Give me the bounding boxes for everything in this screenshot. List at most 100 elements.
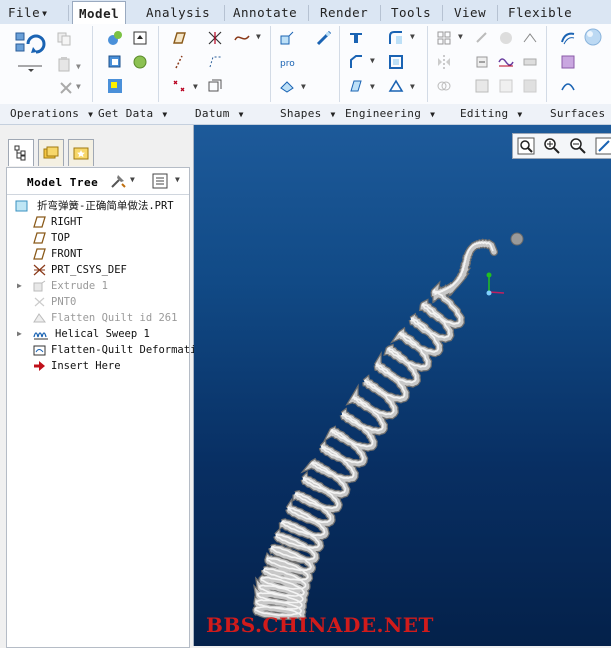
copy-icon[interactable] (56, 31, 72, 47)
tree-item-label: TOP (51, 232, 70, 244)
menu-separator (224, 5, 225, 21)
sketched-curve-icon[interactable] (234, 30, 250, 46)
regenerate-icon[interactable] (14, 30, 46, 58)
draft-tool-icon[interactable] (348, 78, 364, 94)
merge-tool-icon[interactable] (474, 30, 490, 46)
datum-axis-tool-icon[interactable] (171, 54, 187, 70)
group-engineering[interactable]: Engineering ▼ (345, 107, 435, 120)
chamfer-tool-icon[interactable] (348, 54, 364, 70)
expand-arrow-icon[interactable]: ▶ (17, 278, 22, 294)
graphics-viewport[interactable]: BBS.CHINADE.NET (194, 125, 611, 646)
expand-arrow-icon[interactable]: ▶ (17, 326, 22, 342)
sweep-tool-icon[interactable] (316, 30, 332, 46)
chevron-down-icon[interactable]: ▼ (410, 82, 426, 98)
datum-axis-icon[interactable] (207, 30, 223, 46)
group-separator (158, 26, 159, 102)
chevron-down-icon[interactable]: ▼ (76, 62, 92, 78)
menu-file[interactable]: File ▼ (2, 4, 53, 22)
chevron-down-icon[interactable]: ▼ (76, 82, 92, 98)
blend-tool-icon[interactable] (279, 78, 295, 94)
round-tool-icon[interactable] (388, 30, 404, 46)
tab-analysis[interactable]: Analysis (140, 4, 216, 22)
group-datum[interactable]: Datum ▼ (195, 107, 244, 120)
settings-tools-icon[interactable] (109, 172, 127, 190)
regenerate-dropdown-icon[interactable] (16, 64, 44, 74)
datum-point-tool-icon[interactable] (207, 54, 223, 70)
chevron-down-icon[interactable]: ▼ (370, 56, 386, 72)
user-defined-feature-icon[interactable] (107, 30, 123, 46)
hole-tool-icon[interactable] (348, 30, 364, 46)
pattern-tool-icon[interactable] (436, 30, 452, 46)
tab-model[interactable]: Model (72, 1, 127, 25)
group-get-data[interactable]: Get Data ▼ (98, 107, 167, 120)
merge-inheritance-icon[interactable] (132, 54, 148, 70)
project-tool-icon[interactable] (498, 54, 514, 70)
helical-sweep-icon (33, 332, 48, 340)
tree-root-label: 折弯弹簧-正确简单做法.PRT (37, 200, 174, 212)
model-tree-title: Model Tree (27, 176, 99, 189)
tab-view[interactable]: View (448, 4, 492, 22)
show-list-icon[interactable] (151, 172, 169, 190)
freestyle-icon[interactable] (560, 78, 576, 94)
datum-point-pattern-icon[interactable] (171, 78, 187, 94)
revolve-tool-icon[interactable]: pro (279, 54, 295, 70)
chevron-down-icon[interactable]: ▼ (458, 32, 474, 48)
datum-csys-tool-icon[interactable] (207, 78, 223, 94)
helical-spring-model[interactable] (194, 125, 611, 646)
shrinkwrap-icon[interactable] (107, 54, 123, 70)
datum-plane-tool-icon[interactable] (171, 30, 187, 46)
chevron-down-icon[interactable]: ▼ (370, 82, 386, 98)
tab-folder-browser[interactable] (38, 139, 64, 166)
tab-analysis-label: Analysis (146, 5, 211, 20)
intersect-tool-icon[interactable] (436, 78, 452, 94)
solidify-tool-icon[interactable] (474, 78, 490, 94)
tree-item-front[interactable]: FRONT (7, 246, 189, 262)
remove-tool-icon[interactable] (522, 78, 538, 94)
tree-item-prt-csys-def[interactable]: PRT_CSYS_DEF (7, 262, 189, 278)
tree-item-insert-here[interactable]: Insert Here (7, 358, 189, 374)
shell-tool-icon[interactable] (388, 54, 404, 70)
tab-model-tree[interactable] (8, 139, 34, 166)
tree-root-part[interactable]: 折弯弹簧-正确简单做法.PRT (7, 198, 189, 214)
chevron-down-icon[interactable]: ▼ (301, 82, 317, 98)
style-icon[interactable] (584, 28, 602, 46)
tab-render[interactable]: Render (314, 4, 374, 22)
tab-annotate[interactable]: Annotate (227, 4, 303, 22)
group-editing[interactable]: Editing ▼ (460, 107, 523, 120)
tree-item-pnt0[interactable]: PNT0 (7, 294, 189, 310)
tree-item-flatten-quilt-deformation[interactable]: Flatten-Quilt Deformati (7, 342, 196, 358)
mirror-tool-icon[interactable] (436, 54, 452, 70)
copy-geometry-icon[interactable] (132, 30, 148, 46)
menu-separator (380, 5, 381, 21)
paste-icon[interactable] (56, 56, 72, 72)
tree-item-right[interactable]: RIGHT (7, 214, 189, 230)
fill-tool-icon[interactable] (560, 54, 576, 70)
delete-icon[interactable] (58, 80, 74, 96)
group-shapes[interactable]: Shapes ▼ (280, 107, 336, 120)
thicken-tool-icon[interactable] (522, 54, 538, 70)
tab-favorites[interactable] (68, 139, 94, 166)
tree-item-extrude-1[interactable]: ▶ Extrude 1 (7, 278, 189, 294)
tree-item-top[interactable]: TOP (7, 230, 189, 246)
tab-tools[interactable]: Tools (385, 4, 437, 22)
chevron-down-icon[interactable]: ▼ (410, 32, 426, 48)
trim-tool-icon[interactable] (498, 30, 514, 46)
wrap-tool-icon[interactable] (498, 78, 514, 94)
tree-item-helical-sweep-1[interactable]: ▶ Helical Sweep 1 (7, 326, 189, 342)
chevron-down-icon[interactable]: ▼ (175, 175, 180, 184)
component-interface-icon[interactable] (107, 78, 123, 94)
rib-tool-icon[interactable] (388, 78, 404, 94)
menu-separator (442, 5, 443, 21)
boundary-blend-icon[interactable] (560, 30, 576, 46)
chevron-down-icon[interactable]: ▼ (130, 175, 135, 184)
tab-flexible-modeling[interactable]: Flexible Mode (502, 4, 611, 38)
svg-text:pro: pro (280, 59, 295, 69)
extend-tool-icon[interactable] (522, 30, 538, 46)
navigator-panel: Model Tree ▼ ▼ 折弯弹簧-正确简单做法.PRT RIGHT TOP… (0, 125, 196, 648)
extrude-tool-icon[interactable] (279, 30, 295, 46)
group-shapes-label: Shapes (280, 107, 322, 120)
tree-item-flatten-quilt[interactable]: Flatten Quilt id 261 (7, 310, 189, 326)
offset-tool-icon[interactable] (474, 54, 490, 70)
group-operations[interactable]: Operations ▼ (10, 107, 93, 120)
chevron-down-icon: ▼ (162, 109, 168, 119)
